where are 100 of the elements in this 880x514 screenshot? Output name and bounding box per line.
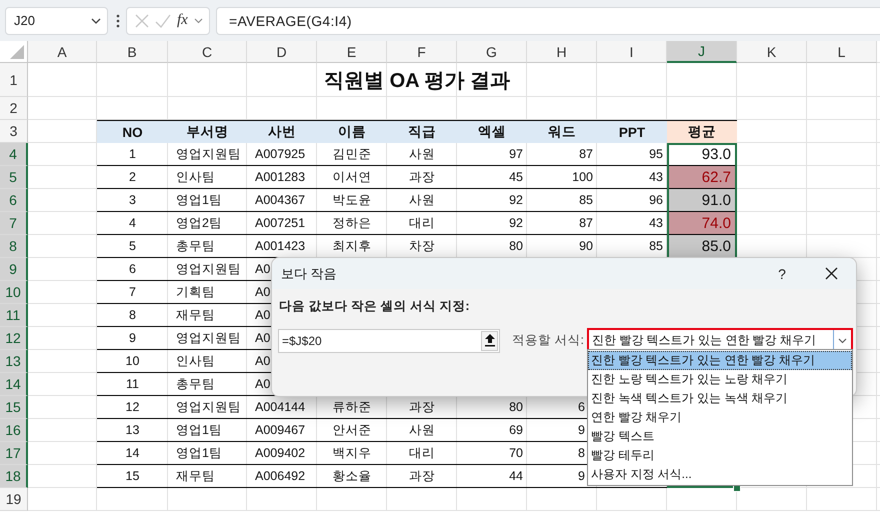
cell-value: 정하은	[332, 214, 372, 232]
name-box[interactable]: J20	[5, 6, 108, 34]
column-header[interactable]: D	[247, 41, 317, 63]
column-header[interactable]: I	[597, 41, 667, 63]
column-header[interactable]: K	[737, 41, 807, 63]
cell-value: 영업지원팀	[176, 146, 241, 162]
cell-value: 13	[126, 423, 140, 437]
caret-icon[interactable]	[91, 18, 101, 24]
cell-value: 김민준	[332, 146, 372, 162]
list-item[interactable]: 사용자 지정 서식...	[588, 465, 852, 484]
row-header[interactable]: 9	[0, 258, 28, 281]
formula-field[interactable]: =AVERAGE(G4:I4)	[216, 6, 880, 34]
caret-icon[interactable]	[838, 338, 847, 344]
list-item[interactable]: 연한 빨강 채우기	[588, 408, 852, 427]
cell-value: 85	[579, 193, 593, 207]
column-header[interactable]: L	[807, 41, 877, 63]
row-header[interactable]: 18	[0, 465, 28, 488]
column-header[interactable]: H	[527, 41, 597, 63]
cell-value: 대리	[409, 214, 435, 232]
cell-value: 사원	[409, 192, 435, 208]
check-icon[interactable]	[155, 14, 171, 28]
column-header[interactable]: J	[667, 41, 737, 63]
cell-value: 8	[129, 308, 136, 322]
cell-value: 6	[129, 262, 136, 276]
cell-value: 80	[509, 400, 523, 414]
format-label: 적용할 서식:	[512, 332, 585, 349]
cell-value: 85	[649, 239, 663, 253]
row-header[interactable]: 14	[0, 373, 28, 396]
cell-value: 3	[129, 193, 136, 207]
cell-value: A009402	[255, 446, 306, 460]
cell-value: A006492	[255, 469, 306, 483]
cell-value: 95	[649, 147, 663, 161]
cell-value: A0	[255, 308, 270, 322]
cell-value: 영업2팀	[176, 214, 222, 232]
column-header[interactable]: A	[28, 41, 97, 63]
collapse-button[interactable]	[481, 330, 498, 350]
cell-value: 백지우	[332, 444, 372, 462]
cell-value: 재무팀	[176, 306, 215, 324]
cell-value: A001283	[255, 170, 306, 184]
column-header[interactable]: E	[317, 41, 387, 63]
cell-value: 황소율	[332, 468, 372, 484]
cell-value: 최지후	[332, 238, 372, 254]
cell-value: 90	[579, 239, 593, 253]
cell-value: 재무팀	[176, 468, 215, 484]
row-header[interactable]: 8	[0, 235, 28, 258]
row-header[interactable]: 2	[0, 97, 28, 120]
row-header[interactable]: 5	[0, 166, 28, 189]
cell-value: 7	[129, 285, 136, 299]
average-value: 85.0	[667, 235, 737, 258]
cell-value: 70	[509, 446, 523, 460]
cell-value: 영업지원팀	[176, 260, 241, 278]
row-header[interactable]: 3	[0, 120, 28, 143]
row-header[interactable]: 13	[0, 350, 28, 373]
sheet-title: 직원별 OA 평가 결과	[324, 68, 510, 94]
list-item[interactable]: 진한 빨강 텍스트가 있는 연한 빨강 채우기	[588, 351, 852, 370]
row-header[interactable]: 6	[0, 189, 28, 212]
cell-value: 14	[126, 446, 140, 460]
list-item[interactable]: 진한 노랑 텍스트가 있는 노랑 채우기	[588, 370, 852, 389]
list-item[interactable]: 빨강 테두리	[588, 446, 852, 465]
column-header[interactable]: G	[457, 41, 527, 63]
cell-value: 2	[129, 170, 136, 184]
cell-value: 영업1팀	[176, 192, 222, 208]
cell-value: A007925	[255, 147, 306, 161]
average-value: 74.0	[667, 212, 737, 235]
row-header[interactable]: 15	[0, 396, 28, 419]
upload-arrow-icon[interactable]	[484, 334, 494, 347]
cell-value: 박도윤	[332, 192, 372, 208]
list-item[interactable]: 진한 녹색 텍스트가 있는 녹색 채우기	[588, 389, 852, 408]
cell-value: A0	[255, 262, 270, 276]
row-header[interactable]: 16	[0, 419, 28, 442]
row-header[interactable]: 19	[0, 488, 28, 511]
cell-value: 15	[126, 469, 140, 483]
cell-value: 류하준	[332, 398, 372, 416]
close-icon[interactable]	[824, 267, 838, 280]
cell-value: 8	[578, 446, 585, 460]
column-header[interactable]: C	[168, 41, 247, 63]
row-header[interactable]: 1	[0, 63, 28, 97]
cell-value: A009467	[255, 423, 306, 437]
column-title: 사번	[247, 120, 317, 143]
row-header[interactable]: 4	[0, 143, 28, 166]
row-header[interactable]: 17	[0, 442, 28, 465]
cell-value: 96	[649, 193, 663, 207]
cell-value: 영업지원팀	[176, 330, 241, 346]
cell-value: A004367	[255, 193, 306, 207]
row-header[interactable]: 12	[0, 327, 28, 350]
cell-value: 9	[129, 331, 136, 345]
column-header[interactable]: B	[97, 41, 168, 63]
cell-value: A004144	[255, 400, 306, 414]
function-button[interactable]: fx	[177, 12, 188, 29]
cell-value: 9	[578, 423, 585, 437]
row-header[interactable]: 11	[0, 304, 28, 327]
list-item[interactable]: 빨강 텍스트	[588, 427, 852, 446]
row-header[interactable]: 7	[0, 212, 28, 235]
cell-value: 총무팀	[176, 376, 215, 392]
dialog-prompt: 다음 값보다 작은 셀의 서식 지정:	[279, 298, 471, 315]
help-button[interactable]: ?	[770, 266, 794, 282]
reference-field[interactable]: =$J$20	[278, 328, 500, 352]
more-icon[interactable]	[116, 14, 120, 28]
column-header[interactable]: F	[387, 41, 457, 63]
row-header[interactable]: 10	[0, 281, 28, 304]
